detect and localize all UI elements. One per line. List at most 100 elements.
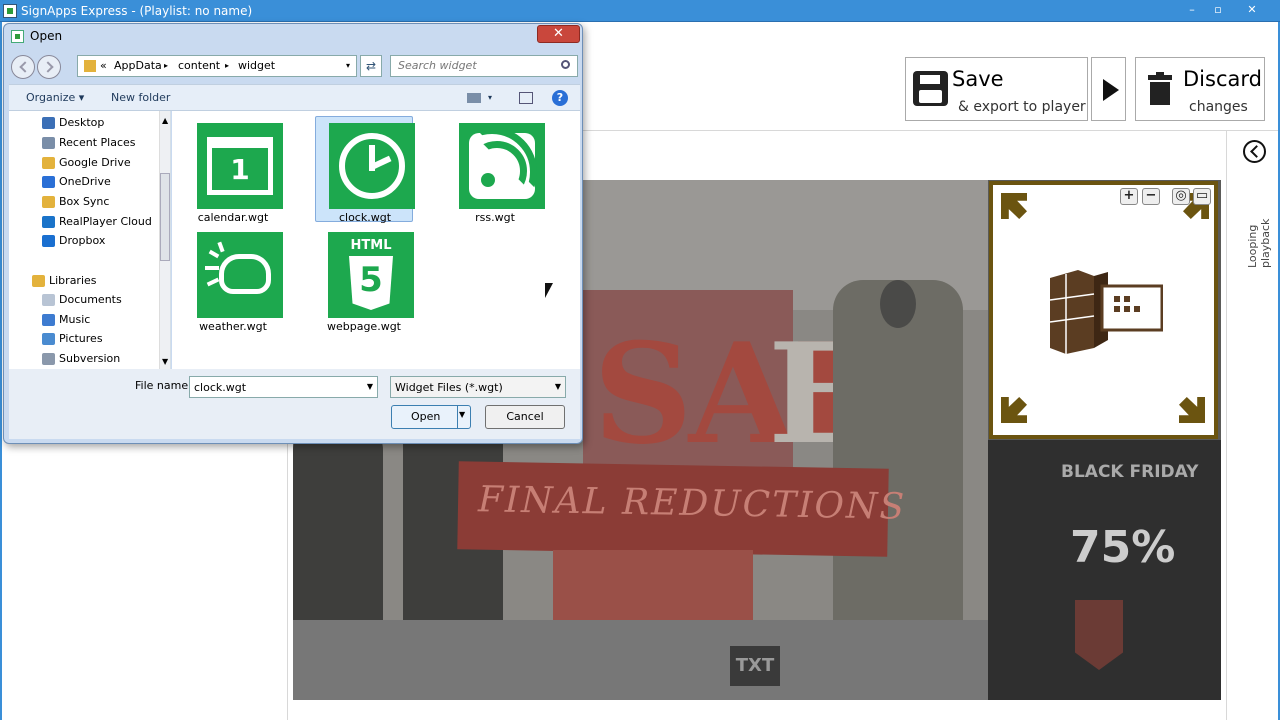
dialog-title: Open xyxy=(30,29,63,43)
settings-button[interactable]: ◎ xyxy=(1172,188,1190,205)
scroll-up-icon[interactable]: ▲ xyxy=(162,116,168,125)
breadcrumb-widget[interactable]: widget xyxy=(238,59,275,72)
folder-icon xyxy=(84,60,96,72)
filename-input[interactable]: clock.wgt xyxy=(189,376,378,398)
mannequin xyxy=(833,280,963,630)
file-list[interactable]: 1 calendar.wgt clock.wgt rss.wgt weather… xyxy=(172,111,580,369)
mannequin xyxy=(293,420,383,630)
open-file-dialog[interactable]: Open ✕ « AppData ▸ content ▸ widget ▾ ⇄ … xyxy=(3,23,583,444)
nav-item-icon xyxy=(42,314,55,326)
nav-item-label: Dropbox xyxy=(59,234,106,247)
new-folder-button[interactable]: New folder xyxy=(111,91,170,104)
zoom-out-button[interactable]: − xyxy=(1142,188,1160,205)
nav-item[interactable]: Recent Places xyxy=(42,136,136,152)
breadcrumb-content[interactable]: content xyxy=(178,59,220,72)
nav-scrollbar-thumb[interactable] xyxy=(160,173,170,261)
save-export-button[interactable]: Save & export to player xyxy=(905,57,1088,121)
forward-button[interactable] xyxy=(37,55,61,79)
back-button[interactable] xyxy=(11,55,35,79)
filename-label: File name: xyxy=(135,379,192,392)
nav-item-label: Desktop xyxy=(59,116,105,129)
maximize-button[interactable]: ▫ xyxy=(1206,2,1230,18)
filetype-dropdown-icon[interactable]: ▼ xyxy=(552,377,564,396)
address-bar[interactable]: « AppData ▸ content ▸ widget ▾ xyxy=(77,55,357,77)
breadcrumb-separator[interactable]: ▸ xyxy=(164,61,168,70)
nav-item[interactable]: Music xyxy=(42,313,90,329)
file-item-weather[interactable]: weather.wgt xyxy=(184,226,283,333)
help-icon[interactable]: ? xyxy=(552,90,568,106)
breadcrumb-separator[interactable]: ▸ xyxy=(225,61,229,70)
preview-pane-icon[interactable] xyxy=(519,92,533,104)
nav-item-icon xyxy=(42,117,55,129)
close-window-button[interactable]: ✕ xyxy=(1240,2,1264,18)
html5-digit: 5 xyxy=(359,260,383,300)
zoom-in-button[interactable]: + xyxy=(1120,188,1138,205)
view-dropdown-icon[interactable]: ▾ xyxy=(488,93,492,102)
minimize-button[interactable]: – xyxy=(1180,2,1204,18)
nav-item[interactable]: Subversion xyxy=(42,352,121,368)
filename-dropdown-icon[interactable]: ▼ xyxy=(364,377,376,396)
nav-item[interactable]: Pictures xyxy=(42,332,103,348)
calendar-number: 1 xyxy=(207,137,273,195)
resize-arrow-bottom-right-icon[interactable] xyxy=(1179,397,1205,423)
file-label: clock.wgt xyxy=(338,211,392,224)
nav-item[interactable]: Libraries xyxy=(32,274,97,290)
view-options-icon[interactable] xyxy=(467,93,481,103)
file-label: webpage.wgt xyxy=(326,320,401,333)
nav-item[interactable]: Desktop xyxy=(42,116,105,132)
file-item-webpage[interactable]: HTML 5 webpage.wgt xyxy=(315,226,414,333)
breadcrumb-appdata[interactable]: AppData xyxy=(114,59,162,72)
selected-widget-zone[interactable]: + − ◎ ▭ xyxy=(989,181,1218,439)
play-icon xyxy=(1103,79,1119,101)
nav-item[interactable]: OneDrive xyxy=(42,175,111,191)
open-dropdown-icon[interactable]: ▼ xyxy=(459,410,465,419)
window-border-left xyxy=(0,22,2,720)
play-button[interactable] xyxy=(1091,57,1126,121)
nav-item-label: Recent Places xyxy=(59,136,136,149)
nav-item[interactable]: Dropbox xyxy=(42,234,106,250)
file-label: rss.wgt xyxy=(475,211,515,224)
nav-item-label: Subversion xyxy=(59,352,121,365)
resize-arrow-top-left-icon[interactable] xyxy=(1001,193,1027,219)
nav-item-icon xyxy=(42,353,55,365)
building-logo-icon xyxy=(1049,270,1163,354)
filetype-select[interactable]: Widget Files (*.wgt) xyxy=(390,376,566,398)
dialog-toolbar: Organize ▾ New folder ▾ ? xyxy=(9,84,580,111)
search-icon[interactable] xyxy=(561,60,570,69)
scroll-down-icon[interactable]: ▼ xyxy=(162,357,168,366)
folder-button[interactable]: ▭ xyxy=(1193,188,1211,205)
organize-menu[interactable]: Organize ▾ xyxy=(26,91,84,104)
dialog-close-button[interactable]: ✕ xyxy=(537,25,580,43)
content-divider-right xyxy=(1226,130,1227,720)
discard-changes-button[interactable]: Discard changes xyxy=(1135,57,1265,121)
open-button[interactable]: Open ▼ xyxy=(391,405,471,429)
nav-item[interactable]: Google Drive xyxy=(42,156,131,172)
open-split-divider xyxy=(457,406,458,428)
navigation-pane[interactable]: Desktop Recent Places Google Drive OneDrive… xyxy=(9,111,171,369)
red-display-block xyxy=(553,550,753,620)
rss-icon xyxy=(459,123,545,209)
breadcrumb-overflow[interactable]: « xyxy=(100,59,107,72)
file-item-calendar[interactable]: 1 calendar.wgt xyxy=(184,117,283,224)
nav-item-icon xyxy=(32,275,45,287)
collapse-panel-icon[interactable] xyxy=(1243,140,1266,163)
file-item-clock[interactable]: clock.wgt xyxy=(315,116,415,224)
file-label: calendar.wgt xyxy=(197,211,269,224)
refresh-icon[interactable]: ⇄ xyxy=(360,55,382,77)
txt-widget-badge[interactable]: TXT xyxy=(730,646,780,686)
open-label: Open xyxy=(411,410,441,423)
resize-arrow-bottom-left-icon[interactable] xyxy=(1001,397,1027,423)
nav-item[interactable]: Box Sync xyxy=(42,195,109,211)
trash-icon xyxy=(1148,72,1172,105)
nav-item-icon xyxy=(42,294,55,306)
nav-item[interactable]: RealPlayer Cloud xyxy=(42,215,152,231)
clock-icon xyxy=(329,123,415,209)
promo-panel[interactable]: BLACK FRIDAY 75% xyxy=(988,440,1221,700)
nav-item-label: Documents xyxy=(59,293,122,306)
file-item-rss[interactable]: rss.wgt xyxy=(446,117,545,224)
save-sublabel: & export to player xyxy=(958,99,1086,115)
cancel-button[interactable]: Cancel xyxy=(485,405,565,429)
nav-item[interactable]: Documents xyxy=(42,293,122,309)
address-dropdown-icon[interactable]: ▾ xyxy=(346,61,350,70)
search-input[interactable]: Search widget xyxy=(390,55,578,77)
